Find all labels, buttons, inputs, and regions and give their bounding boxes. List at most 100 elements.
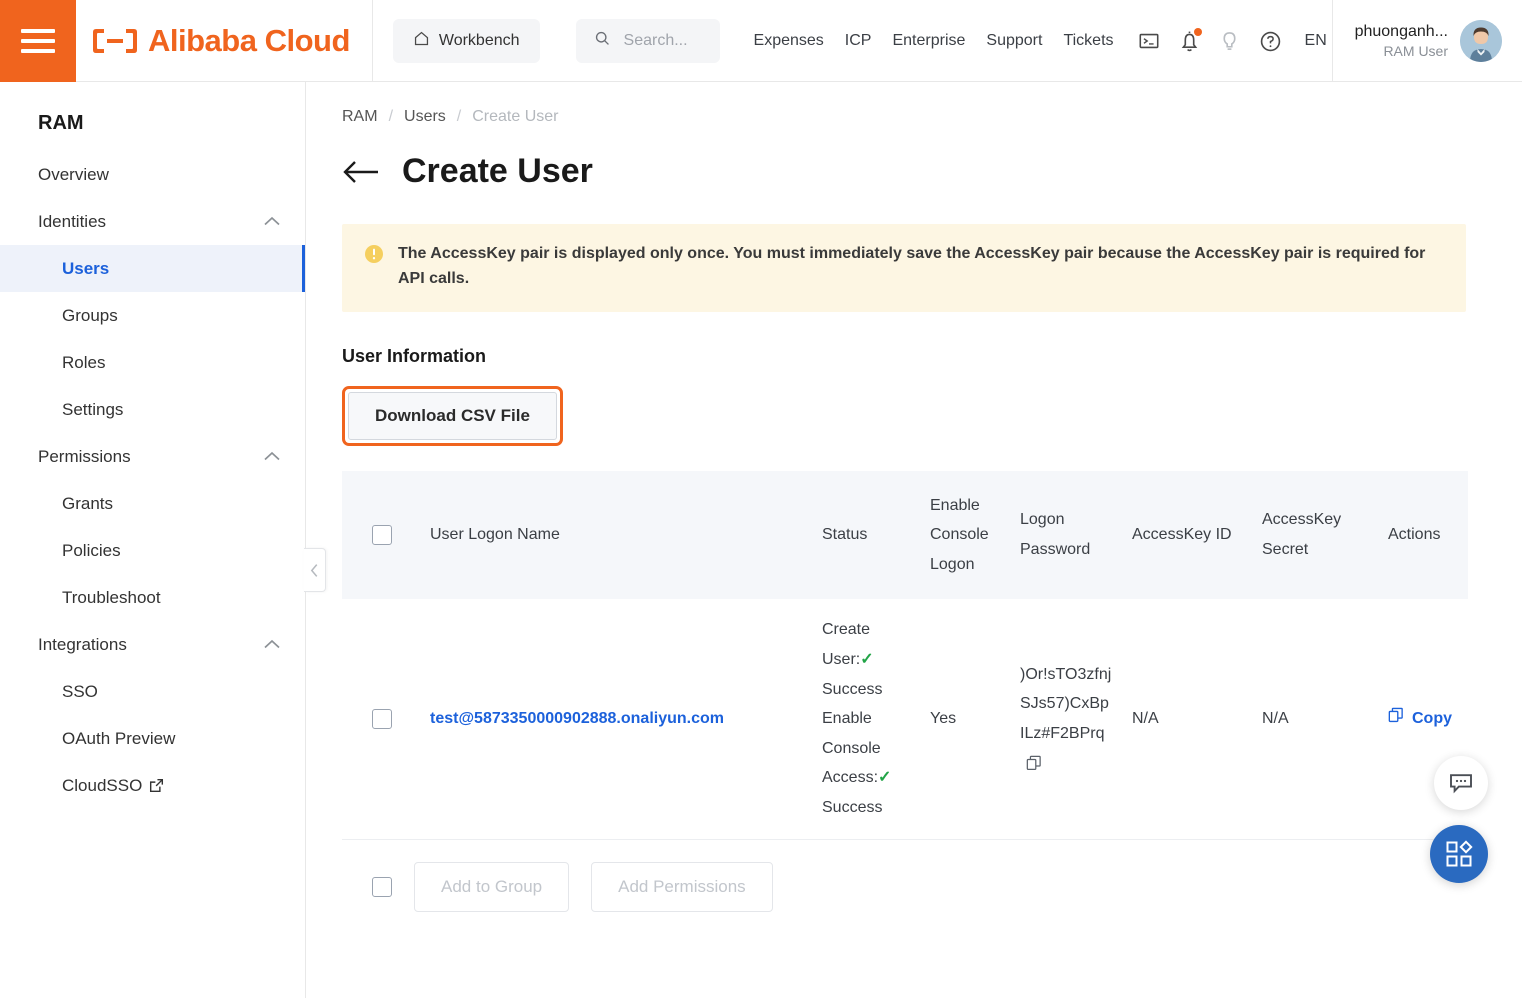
cell-logon-password: )Or!sTO3zfnjSJs57)CxBpILz#F2BPrq [1010,599,1122,839]
page-title-row: Create User [342,152,1466,191]
logon-password-value: )Or!sTO3zfnjSJs57)CxBpILz#F2BPrq [1020,666,1111,742]
add-permissions-button[interactable]: Add Permissions [591,862,773,912]
user-information-table: User Logon Name Status Enable Console Lo… [342,471,1468,840]
sidebar-item-label: Troubleshoot [62,588,161,608]
sidebar-item-overview[interactable]: Overview [0,151,305,198]
sidebar-item-label: Groups [62,306,118,326]
sidebar-item-grants[interactable]: Grants [0,480,305,527]
section-title-user-information: User Information [342,346,1466,367]
help-icon[interactable] [1259,30,1282,53]
brand-name: Alibaba Cloud [148,23,350,59]
sidebar-group-identities[interactable]: Identities [0,198,305,245]
sidebar-item-cloudsso[interactable]: CloudSSO [0,762,305,809]
sidebar-item-policies[interactable]: Policies [0,527,305,574]
home-icon [413,30,430,52]
apps-launcher-button[interactable] [1430,825,1488,883]
hamburger-icon-bar [21,29,55,33]
sidebar-item-label: Settings [62,400,123,420]
user-info: phuonganh... RAM User [1355,21,1448,61]
column-header-enable-console-logon: Enable Console Logon [920,471,1010,600]
sidebar-item-users[interactable]: Users [0,245,305,292]
sidebar-item-sso[interactable]: SSO [0,668,305,715]
search-box[interactable] [576,19,720,63]
back-button[interactable] [342,159,380,185]
status-console-access-value: Success [822,799,882,816]
sidebar-item-oauth-preview[interactable]: OAuth Preview [0,715,305,762]
sidebar-item-label: Roles [62,353,105,373]
user-account-menu[interactable]: phuonganh... RAM User [1332,0,1522,82]
bell-icon[interactable] [1179,30,1200,53]
header-nav: Workbench Expenses ICP Enterprise Suppor… [373,0,1522,82]
copy-action-button[interactable]: Copy [1388,704,1452,734]
search-input[interactable] [622,31,702,51]
copy-icon [1388,704,1404,734]
table-row: test@5873350000902888.onaliyun.com Creat… [342,599,1468,839]
sidebar-group-integrations[interactable]: Integrations [0,621,305,668]
footer-select-all-checkbox[interactable] [372,877,392,897]
column-header-actions: Actions [1378,471,1468,600]
sidebar-group-label: Integrations [38,635,127,655]
apps-icon [1445,840,1473,868]
sidebar-item-label: Overview [38,165,109,185]
user-role-label: RAM User [1355,42,1448,61]
sidebar-title: RAM [0,82,305,151]
chevron-up-icon [263,639,281,650]
sidebar-item-label: OAuth Preview [62,729,175,749]
brand-logo[interactable]: Alibaba Cloud [76,0,373,82]
breadcrumb-users[interactable]: Users [404,108,446,126]
page-title: Create User [402,152,593,191]
sidebar-item-label: Policies [62,541,121,561]
sidebar-item-label: Users [62,259,109,279]
bulb-icon[interactable] [1219,30,1240,53]
sidebar-group-permissions[interactable]: Permissions [0,433,305,480]
row-select-cell [342,599,420,839]
nav-link-icp[interactable]: ICP [845,32,872,50]
warning-icon [364,244,384,269]
copy-action-label: Copy [1412,704,1452,734]
chat-support-button[interactable] [1434,756,1488,810]
column-header-accesskey-id: AccessKey ID [1122,471,1252,600]
header-links: Expenses ICP Enterprise Support Tickets [754,32,1114,50]
cell-accesskey-secret: N/A [1252,599,1378,839]
status-create-user-value: Success [822,681,882,698]
sidebar-item-troubleshoot[interactable]: Troubleshoot [0,574,305,621]
warning-text: The AccessKey pair is displayed only onc… [398,242,1428,292]
breadcrumb-create-user: Create User [472,108,558,126]
select-all-checkbox[interactable] [372,525,392,545]
sidebar-item-label: CloudSSO [62,776,142,796]
sidebar-item-settings[interactable]: Settings [0,386,305,433]
language-selector[interactable]: EN [1305,32,1327,50]
accesskey-warning-banner: The AccessKey pair is displayed only onc… [342,224,1466,312]
nav-link-enterprise[interactable]: Enterprise [892,32,965,50]
column-header-status: Status [812,471,920,600]
download-csv-button[interactable]: Download CSV File [348,392,557,440]
nav-link-tickets[interactable]: Tickets [1063,32,1113,50]
workbench-button[interactable]: Workbench [393,19,540,63]
nav-link-expenses[interactable]: Expenses [754,32,824,50]
avatar[interactable] [1460,20,1502,62]
terminal-icon[interactable] [1138,30,1160,52]
success-check-icon: ✓ [878,769,891,786]
user-logon-name-link[interactable]: test@5873350000902888.onaliyun.com [430,710,724,727]
hamburger-icon-bar [21,39,55,43]
sidebar-item-groups[interactable]: Groups [0,292,305,339]
sidebar-group-label: Permissions [38,447,131,467]
hamburger-menu-button[interactable] [0,0,76,82]
column-header-accesskey-secret: AccessKey Secret [1252,471,1378,600]
header-icon-group: EN [1138,30,1327,53]
row-checkbox[interactable] [372,709,392,729]
copy-password-icon[interactable] [1026,755,1042,771]
sidebar-item-roles[interactable]: Roles [0,339,305,386]
sidebar-collapse-button[interactable] [304,548,326,592]
add-to-group-button[interactable]: Add to Group [414,862,569,912]
chevron-up-icon [263,451,281,462]
table-footer-actions: Add to Group Add Permissions [342,840,1468,912]
sidebar-item-label: Grants [62,494,113,514]
breadcrumb-ram[interactable]: RAM [342,108,378,126]
success-check-icon: ✓ [860,651,873,668]
top-header: Alibaba Cloud Workbench Expenses ICP Ent… [0,0,1522,82]
hamburger-icon-bar [21,49,55,53]
cell-status: Create User:✓ Success Enable Console Acc… [812,599,920,839]
main-content: RAM / Users / Create User Create User Th… [307,82,1522,998]
nav-link-support[interactable]: Support [986,32,1042,50]
